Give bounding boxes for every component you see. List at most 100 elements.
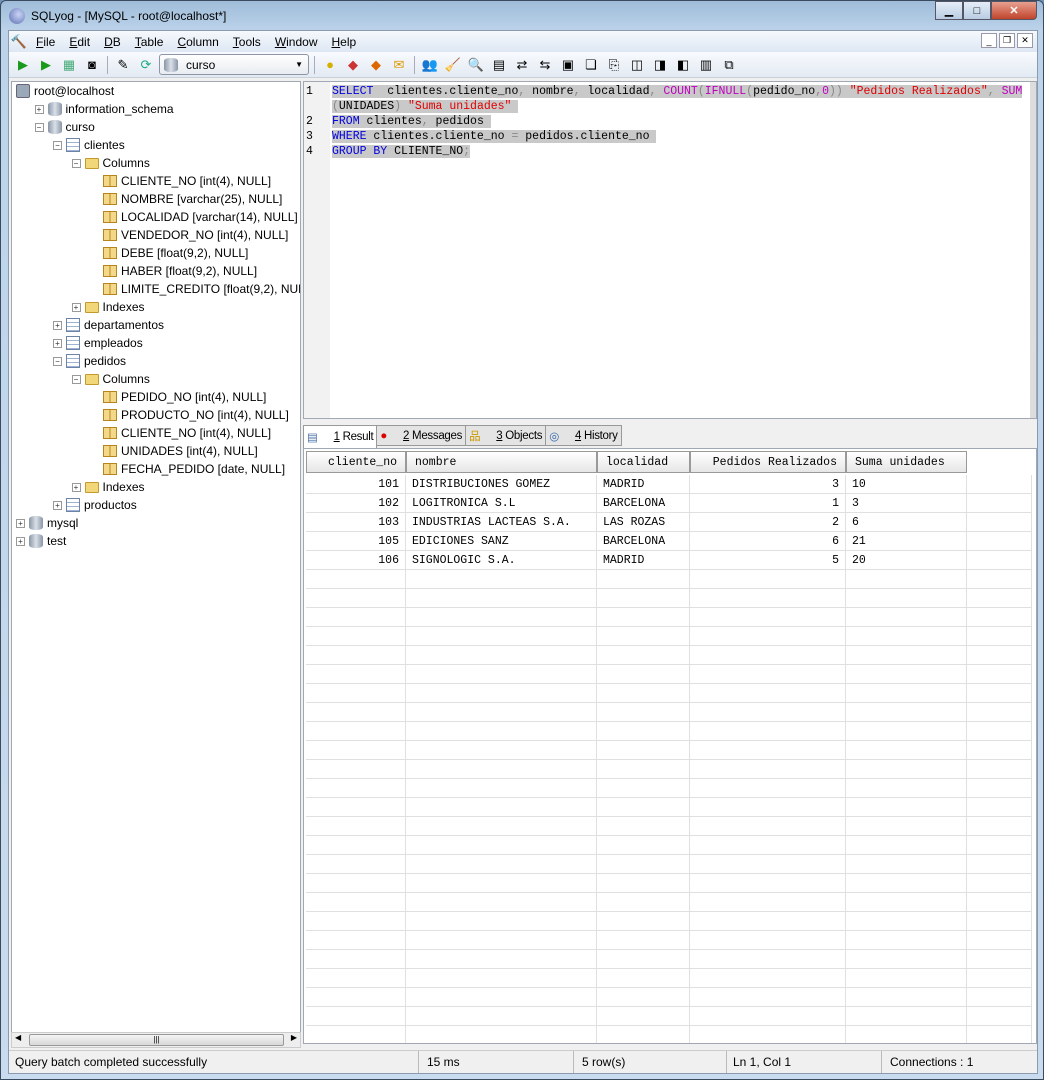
tree-item[interactable]: + information_schema [34,100,174,118]
new-connection-icon[interactable]: ✎ [113,55,133,75]
minimize-button[interactable]: ▁ [935,1,963,20]
tree-horizontal-scrollbar[interactable]: ◀ ||| ▶ [11,1032,301,1048]
schema-designer-icon[interactable]: ⧉ [719,55,739,75]
menu-file[interactable]: File [29,35,62,49]
refresh-icon[interactable]: ⟳ [136,55,156,75]
grid-cell[interactable]: 101 [306,475,406,494]
menu-column[interactable]: Column [170,35,225,49]
column-header-3[interactable]: Pedidos Realizados [690,451,846,473]
designer-icon[interactable]: ▥ [696,55,716,75]
grid-cell[interactable]: 6 [690,532,846,551]
expand-icon[interactable]: + [53,320,62,330]
tree-item[interactable]: PRODUCTO_NO [int(4), NULL] [90,406,289,424]
grid-cell[interactable]: LAS ROZAS [597,513,690,532]
tree-item[interactable]: UNIDADES [int(4), NULL] [90,442,258,460]
tree-item[interactable]: FECHA_PEDIDO [date, NULL] [90,460,285,478]
tree-item[interactable]: LIMITE_CREDITO [float(9,2), NULL] [90,280,300,298]
column-header-2[interactable]: localidad [597,451,690,473]
tree-item[interactable]: + test [16,532,66,550]
tree-item[interactable]: PEDIDO_NO [int(4), NULL] [90,388,266,406]
expand-icon[interactable]: + [71,482,81,492]
grid-cell[interactable]: 3 [846,494,967,513]
grid-cell[interactable] [967,494,1032,513]
menu-tools[interactable]: Tools [226,35,268,49]
stored-procedure-icon[interactable]: ▣ [558,55,578,75]
grid-cell[interactable]: 102 [306,494,406,513]
grid-cell[interactable]: EDICIONES SANZ [406,532,597,551]
collapse-icon[interactable]: − [71,374,81,384]
grid-cell[interactable]: 20 [846,551,967,570]
grid-cell[interactable]: 1 [690,494,846,513]
tree-item[interactable]: root@localhost [16,82,114,100]
create-database-icon[interactable]: ● [320,55,340,75]
editor-scrollbar[interactable] [1030,82,1036,418]
maximize-button[interactable]: □ [963,1,991,20]
tile-icon[interactable]: ◨ [650,55,670,75]
code-line[interactable]: FROM clientes, pedidos [332,115,491,128]
restore-icon[interactable]: ◆ [366,55,386,75]
tree-item[interactable]: − curso [34,118,95,136]
expand-icon[interactable]: + [34,104,44,114]
tree-item[interactable]: NOMBRE [varchar(25), NULL] [90,190,282,208]
windows-icon[interactable]: ◫ [627,55,647,75]
tree-item[interactable]: + empleados [53,334,143,352]
tree-item[interactable]: + productos [53,496,137,514]
code-line[interactable]: (UNIDADES) "Suma unidades" [332,100,519,113]
expand-icon[interactable]: + [16,536,25,546]
backup-icon[interactable]: ◆ [343,55,363,75]
grid-cell[interactable]: 2 [690,513,846,532]
execute-all-icon[interactable]: ▶ [36,55,56,75]
grid-cell[interactable]: MADRID [597,475,690,494]
menu-window[interactable]: Window [268,35,325,49]
grid-cell[interactable]: 105 [306,532,406,551]
collapse-icon[interactable]: − [53,356,62,366]
mdi-close-button[interactable]: ✕ [1017,33,1033,48]
grid-cell[interactable]: 10 [846,475,967,494]
menu-help[interactable]: Help [325,35,364,49]
tree-item[interactable]: + mysql [16,514,78,532]
tree-item[interactable]: + Indexes [71,298,145,316]
grid-cell[interactable]: 21 [846,532,967,551]
expand-icon[interactable]: + [71,302,81,312]
clear-icon[interactable]: 🧹 [443,55,463,75]
query-editor[interactable]: 1 2 3 4 SELECT clientes.cliente_no, nombre,… [303,81,1037,419]
schema-sync-icon[interactable]: ⇄ [512,55,532,75]
menu-edit[interactable]: Edit [62,35,97,49]
grid-cell[interactable]: 103 [306,513,406,532]
export-icon[interactable]: ✉ [389,55,409,75]
grid-cell[interactable]: 106 [306,551,406,570]
grid-cell[interactable]: 6 [846,513,967,532]
grid-cell[interactable] [967,475,1032,494]
grid-cell[interactable]: INDUSTRIAS LACTEAS S.A. [406,513,597,532]
grid-cell[interactable] [967,513,1032,532]
grid-cell[interactable] [967,532,1032,551]
app-menu-icon[interactable]: 🔨 [9,32,29,52]
code-line[interactable]: WHERE clientes.cliente_no = pedidos.clie… [332,130,657,143]
code-line[interactable]: SELECT clientes.cliente_no, nombre, loca… [332,85,1023,98]
database-select[interactable]: curso ▼ [159,54,309,75]
data-sync-icon[interactable]: ⇆ [535,55,555,75]
grid-cell[interactable]: DISTRIBUCIONES GOMEZ [406,475,597,494]
collapse-icon[interactable]: − [34,122,44,132]
tree-item[interactable]: + Indexes [71,478,145,496]
import-icon[interactable]: ⎘ [604,55,624,75]
tree-item[interactable]: − Columns [71,154,150,172]
collapse-icon[interactable]: − [71,158,81,168]
close-button[interactable]: ✕ [991,1,1037,20]
tree-item[interactable]: LOCALIDAD [varchar(14), NULL] [90,208,298,226]
tree-item[interactable]: − pedidos [53,352,126,370]
expand-icon[interactable]: + [16,518,25,528]
code-line[interactable]: GROUP BY CLIENTE_NO; [332,145,471,158]
column-header-1[interactable]: nombre [406,451,597,473]
tree-item[interactable]: − clientes [53,136,125,154]
tab-history[interactable]: ◎ 4 History [545,425,622,446]
tab-objects[interactable]: 品 3 Objects [465,425,547,446]
column-header-0[interactable]: cliente_no [306,451,406,473]
menu-table[interactable]: Table [128,35,171,49]
tab-result[interactable]: ▤ 1 Result [303,425,378,448]
grid-cell[interactable] [967,551,1032,570]
tree-item[interactable]: CLIENTE_NO [int(4), NULL] [90,424,271,442]
cascade-icon[interactable]: ◧ [673,55,693,75]
mdi-restore-button[interactable]: ❐ [999,33,1015,48]
column-header-4[interactable]: Suma unidades [846,451,967,473]
